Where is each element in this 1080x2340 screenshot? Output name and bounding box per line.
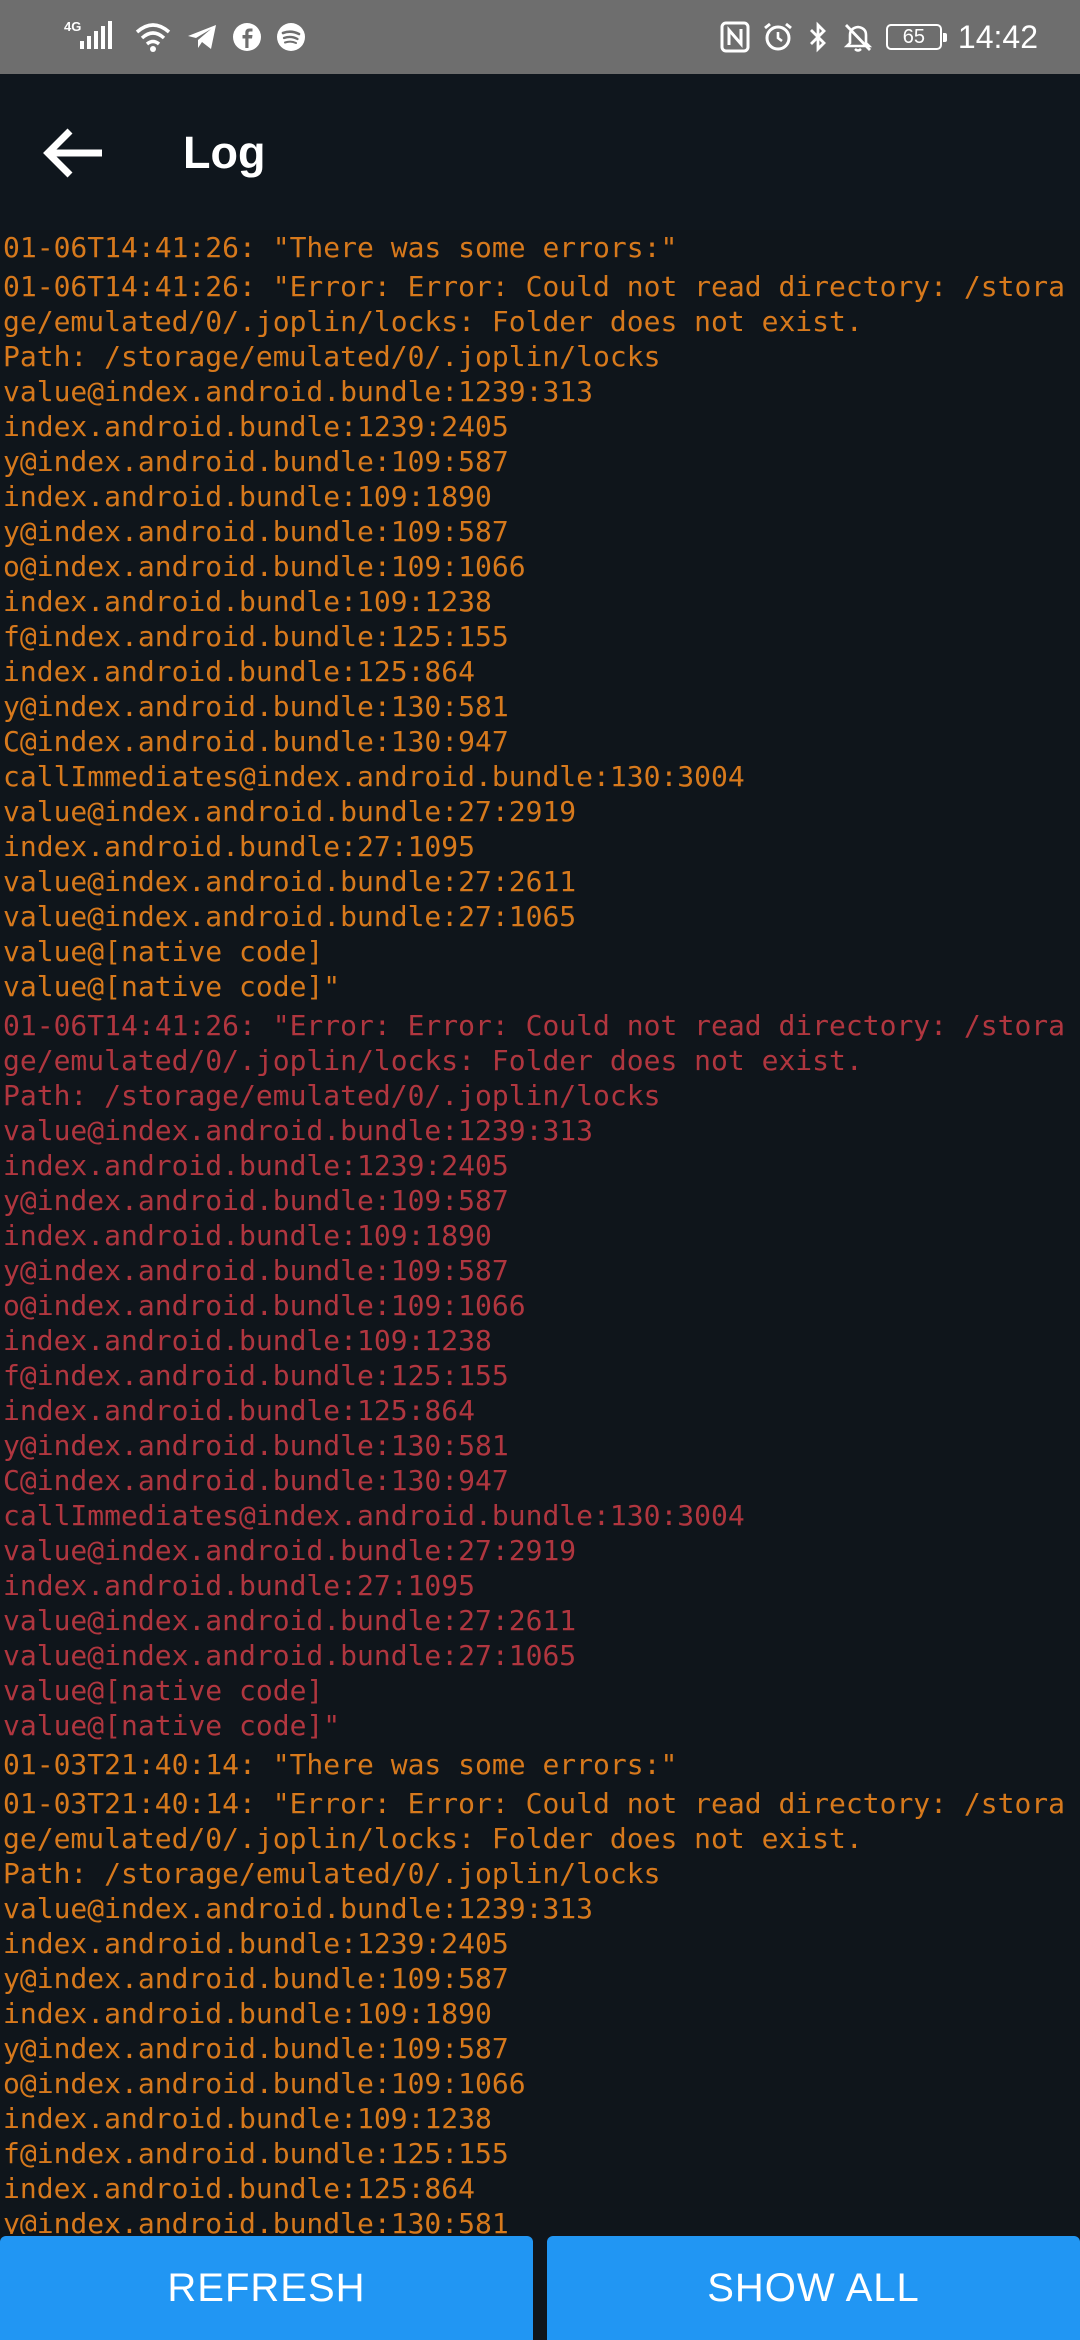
battery-level: 65 <box>902 25 926 48</box>
back-button[interactable] <box>38 120 108 186</box>
clock: 14:42 <box>957 18 1038 55</box>
arrow-left-icon <box>43 128 102 178</box>
alarm-icon <box>762 21 794 53</box>
app-bar: Log <box>0 74 1080 230</box>
refresh-button[interactable]: REFRESH <box>0 2236 533 2340</box>
status-left: 4G <box>62 14 306 60</box>
show-all-button[interactable]: SHOW ALL <box>547 2236 1080 2340</box>
status-right: 65 14:42 <box>720 14 1038 60</box>
log-entry: 01-06T14:41:26: "There was some errors:" <box>3 231 678 264</box>
log-entry: 01-03T21:40:14: "There was some errors:" <box>3 1748 678 1781</box>
log-list[interactable]: 01-06T14:41:26: "There was some errors:"… <box>0 230 1080 2234</box>
battery-icon: 65 <box>885 24 947 50</box>
wifi-icon <box>134 20 172 54</box>
nfc-icon <box>720 21 750 53</box>
log-entry: 01-06T14:41:26: "Error: Error: Could not… <box>3 1009 1066 1742</box>
bluetooth-icon <box>806 21 830 53</box>
facebook-icon <box>232 22 262 52</box>
network-type: 4G <box>64 19 81 34</box>
log-entry: 01-06T14:41:26: "Error: Error: Could not… <box>3 270 1066 1003</box>
spotify-icon <box>276 22 306 52</box>
mute-icon <box>842 21 874 53</box>
log-entry: 01-03T21:40:14: "Error: Error: Could not… <box>3 1787 1066 2234</box>
telegram-icon <box>186 22 218 52</box>
page-title: Log <box>183 127 266 178</box>
signal-icon: 4G <box>62 17 120 57</box>
status-bar: 4G 65 14:42 <box>0 0 1080 74</box>
